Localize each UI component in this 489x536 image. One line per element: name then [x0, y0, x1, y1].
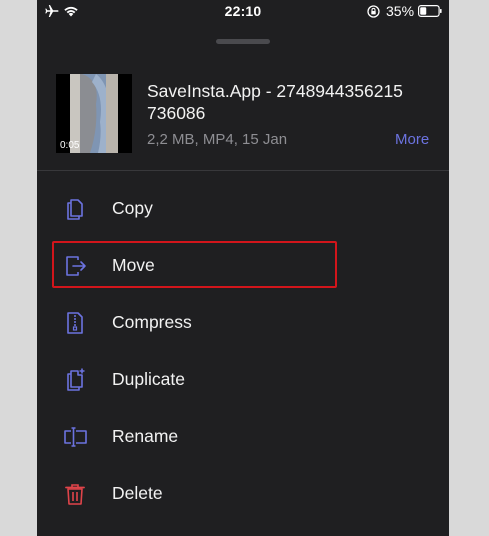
orientation-lock-icon: [367, 5, 380, 18]
menu-item-compress[interactable]: Compress: [37, 295, 449, 352]
menu-item-label: Copy: [112, 198, 153, 218]
right-margin: [449, 0, 489, 536]
left-margin: [0, 0, 37, 536]
video-duration: 0:05: [60, 140, 80, 151]
rename-icon: [64, 427, 87, 447]
copy-icon: [67, 199, 83, 220]
menu-item-duplicate[interactable]: Duplicate: [37, 352, 449, 409]
menu-item-label: Duplicate: [112, 369, 185, 389]
battery-percentage: 35%: [386, 3, 415, 19]
trash-icon: [65, 484, 85, 505]
status-bar: 22:10 35%: [37, 0, 449, 24]
compress-icon: [67, 312, 83, 334]
file-meta: 2,2 MB, MP4, 15 Jan: [147, 131, 288, 148]
more-button[interactable]: More: [395, 131, 429, 148]
menu-item-label: Delete: [112, 483, 163, 503]
header-divider: [37, 170, 449, 171]
menu-item-label: Compress: [112, 312, 192, 332]
video-thumbnail[interactable]: 0:05: [56, 74, 132, 153]
menu-item-rename[interactable]: Rename: [37, 409, 449, 466]
menu-item-copy[interactable]: Copy: [37, 181, 449, 238]
menu-item-delete[interactable]: Delete: [37, 466, 449, 523]
action-sheet-screen: 22:10 35% 0:05 SaveInsta.App - 274894435…: [37, 0, 449, 536]
battery-icon: [418, 5, 442, 17]
file-name: SaveInsta.App - 2748944356215736086: [147, 81, 403, 123]
menu-item-label: Rename: [112, 426, 179, 446]
sheet-grabber[interactable]: [216, 39, 270, 44]
move-highlight-box: [52, 241, 337, 288]
duplicate-icon: [67, 368, 85, 391]
